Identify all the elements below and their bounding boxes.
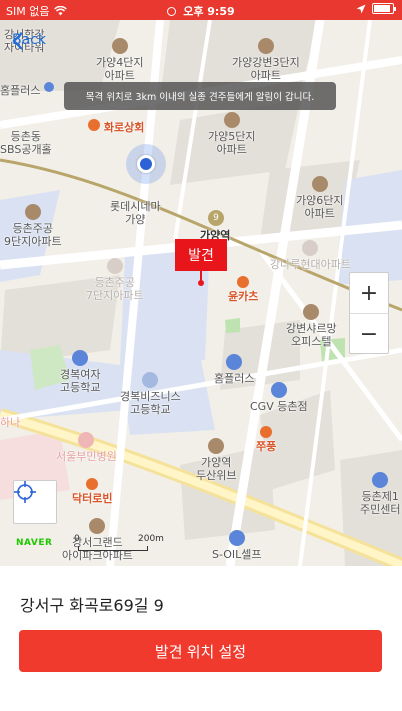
clock-text: 오후 9:59	[183, 5, 235, 18]
crosshair-icon	[14, 481, 36, 503]
location-arrow-icon	[356, 4, 366, 13]
label-gayang4: 가양4단지 아파트	[96, 38, 143, 82]
label-gyeongbok-biz: 경복비즈니스 고등학교	[120, 372, 181, 416]
label-jjupoong: 쭈풍	[256, 426, 276, 453]
scale-end: 200m	[138, 534, 164, 544]
label-yunkas: 윤카츠	[228, 276, 258, 303]
chevron-left-icon	[12, 32, 23, 50]
alarm-icon	[167, 7, 177, 16]
zoom-control: + −	[349, 272, 389, 354]
label-gangnaru: 강나루현대아파트	[270, 240, 351, 271]
label-gangbyeon-sharmang: 강변샤르망 오피스텔	[286, 304, 337, 348]
set-found-location-button[interactable]: 발견 위치 설정	[19, 630, 382, 672]
naver-logo: NAVER	[16, 538, 53, 548]
label-doctor-robin: 닥터로빈	[72, 478, 112, 505]
found-marker-point	[198, 280, 204, 286]
label-hana: 하나	[0, 416, 21, 429]
label-deungchon7: 등촌주공 7단지아파트	[86, 258, 144, 302]
label-s-oil: S-OIL셀프	[212, 530, 262, 561]
label-hwaro: 화로상회	[88, 119, 144, 134]
found-marker[interactable]: 발견	[175, 239, 227, 271]
label-homeplus-top: 홈플러스	[0, 82, 54, 97]
map-view[interactable]: Back 목격 위치로 3km 이내의 실종 견주들에게 알림이 갑니다. 강서…	[0, 20, 402, 566]
label-gangseo-grand: 강서그랜드 아이파크아파트	[62, 518, 133, 562]
label-deungchon1-center: 등촌제1 주민센터	[360, 472, 400, 516]
bottom-panel: 강서구 화곡로69길 9 발견 위치 설정	[0, 566, 402, 711]
zoom-in-button[interactable]: +	[350, 273, 388, 313]
current-location-dot	[137, 155, 155, 173]
toast-message: 목격 위치로 3km 이내의 실종 견주들에게 알림이 갑니다.	[64, 82, 336, 110]
scale-start: 0	[74, 534, 80, 544]
status-right	[356, 3, 396, 14]
label-gayang6: 가양6단지 아파트	[296, 176, 343, 220]
label-deungchon-sbs: 등촌동 SBS공개홀	[0, 130, 52, 156]
label-lotte-cinema: 롯데시네마 가양	[110, 200, 161, 226]
label-gayang5: 가양5단지 아파트	[208, 112, 255, 156]
label-seoul-bumin: 서울부민병원	[56, 432, 117, 463]
locate-me-button[interactable]	[13, 480, 57, 524]
battery-icon	[372, 3, 396, 14]
selected-address: 강서구 화곡로69길 9	[20, 596, 164, 615]
zoom-out-button[interactable]: −	[350, 314, 388, 354]
label-deungchon9: 등촌주공 9단지아파트	[4, 204, 62, 248]
back-button[interactable]: Back	[12, 32, 46, 50]
scale-bar	[78, 546, 148, 551]
label-homeplus-mid: 홈플러스	[214, 354, 254, 385]
label-gyeongbok-girls: 경복여자 고등학교	[60, 350, 100, 394]
label-gayanggangbyeon3: 가양강변3단지 아파트	[232, 38, 300, 82]
label-gayang-duwee: 가양역 두산위브	[196, 438, 236, 482]
label-cgv: CGV 등촌점	[250, 382, 308, 413]
status-center: 오후 9:59	[0, 3, 402, 19]
status-bar: SIM 없음 오후 9:59	[0, 0, 402, 20]
subway-line-badge: 9	[208, 210, 224, 226]
